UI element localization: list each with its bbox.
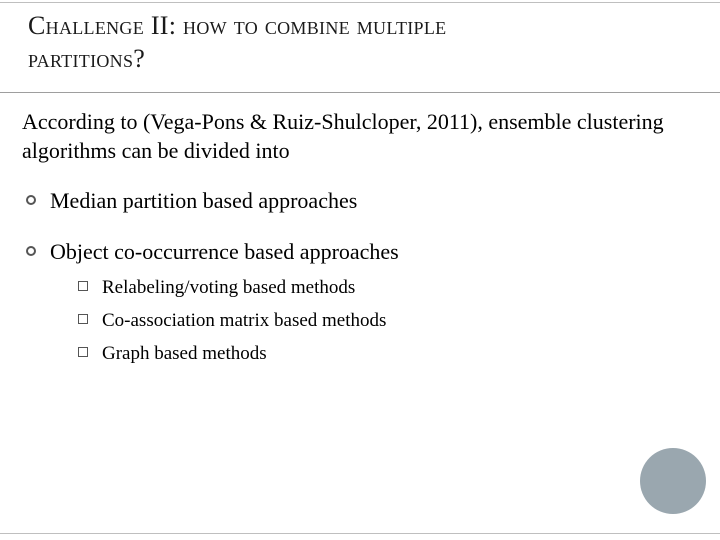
bullet-text: Object co-occurrence based approaches — [50, 239, 399, 264]
bullet-list: Median partition based approaches Object… — [22, 187, 692, 366]
slide-title: Challenge II: how to combine multiple pa… — [28, 10, 692, 75]
bottom-rule — [0, 533, 720, 534]
sub-bullet-text: Relabeling/voting based methods — [102, 277, 355, 298]
bullet-text: Median partition based approaches — [50, 188, 357, 213]
list-item: Relabeling/voting based methods — [78, 276, 692, 301]
list-item: Graph based methods — [78, 342, 692, 367]
title-line-1: Challenge II: how to combine multiple — [28, 10, 692, 43]
list-item: Co-association matrix based methods — [78, 309, 692, 334]
list-item: Median partition based approaches — [22, 187, 692, 216]
top-rule — [0, 2, 720, 3]
title-line-2: partitions? — [28, 43, 692, 76]
sub-bullet-list: Relabeling/voting based methods Co-assoc… — [50, 276, 692, 366]
slide-body: According to (Vega-Pons & Ruiz-Shulclope… — [22, 108, 692, 388]
sub-bullet-text: Graph based methods — [102, 343, 267, 364]
intro-text: According to (Vega-Pons & Ruiz-Shulclope… — [22, 108, 692, 165]
title-underline — [0, 92, 720, 93]
list-item: Object co-occurrence based approaches Re… — [22, 238, 692, 367]
slide: Challenge II: how to combine multiple pa… — [0, 0, 720, 540]
decorative-circle-icon — [640, 448, 706, 514]
sub-bullet-text: Co-association matrix based methods — [102, 310, 386, 331]
